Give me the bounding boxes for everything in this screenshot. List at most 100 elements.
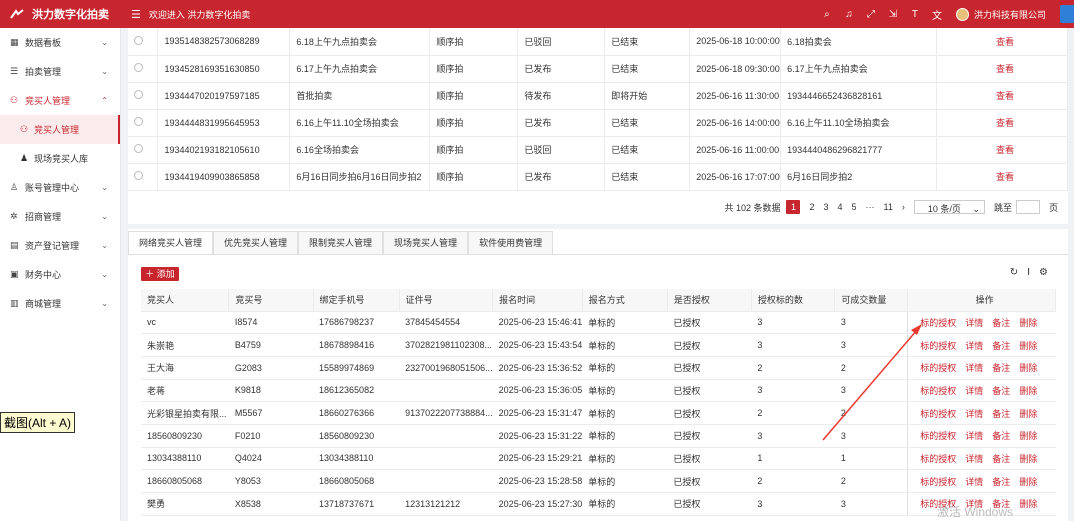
bidder-auth: 已授权 [667, 424, 752, 448]
tab-software-fee[interactable]: 软件使用费管理 [468, 231, 554, 254]
remark-button[interactable]: 备注 [992, 454, 1010, 464]
company-name[interactable]: 洪力科技有限公司 [974, 8, 1046, 21]
delete-button[interactable]: 删除 [1019, 386, 1037, 396]
page-2[interactable]: 2 [809, 202, 814, 212]
view-link[interactable]: 查看 [996, 145, 1014, 155]
auction-time: 2025-06-16 17:07:00 [696, 171, 780, 182]
sidebar-item-assets[interactable]: ▤ 资产登记管理 ⌄ [0, 231, 120, 260]
view-link[interactable]: 查看 [996, 172, 1014, 182]
view-link[interactable]: 查看 [996, 91, 1014, 101]
authorize-button[interactable]: 标的授权 [920, 318, 956, 328]
remark-button[interactable]: 备注 [992, 477, 1010, 487]
authorize-button[interactable]: 标的授权 [920, 431, 956, 441]
remark-button[interactable]: 备注 [992, 431, 1010, 441]
avatar[interactable] [955, 7, 969, 21]
page-5[interactable]: 5 [852, 202, 857, 212]
translate-icon[interactable]: 文 [926, 7, 948, 22]
sidebar-item-investment[interactable]: ✲ 招商管理 ⌄ [0, 202, 120, 231]
detail-button[interactable]: 详情 [965, 318, 983, 328]
row-radio[interactable] [134, 63, 143, 72]
sidebar-item-account[interactable]: ♙ 账号管理中心 ⌄ [0, 173, 120, 202]
sidebar-subitem-onsite-bidders[interactable]: ♟ 现场竞买人库 [0, 144, 120, 173]
user-icon: ♟ [20, 153, 29, 163]
tab-online-bidders[interactable]: 网络竞买人管理 [128, 231, 214, 254]
authorize-button[interactable]: 标的授权 [920, 454, 956, 464]
authorize-button[interactable]: 标的授权 [920, 363, 956, 373]
tab-priority-bidders[interactable]: 优先竞买人管理 [213, 231, 299, 254]
bidder-idcard [399, 379, 493, 403]
sidebar-item-finance[interactable]: ▣ 财务中心 ⌄ [0, 260, 120, 289]
row-radio[interactable] [134, 35, 143, 45]
delete-button[interactable]: 删除 [1019, 363, 1037, 373]
delete-button[interactable]: 删除 [1019, 431, 1037, 441]
delete-button[interactable]: 删除 [1019, 454, 1037, 464]
sidebar-item-shop[interactable]: ▥ 商城管理 ⌄ [0, 289, 120, 318]
column-height-icon[interactable]: Ⅰ [1027, 267, 1030, 278]
bidder-count: 3 [751, 379, 835, 403]
fullscreen-icon[interactable]: ⤢ [860, 9, 882, 20]
detail-button[interactable]: 详情 [965, 341, 983, 351]
tab-onsite-bidders[interactable]: 现场竞买人管理 [383, 231, 469, 254]
search-icon[interactable]: ⌕ [816, 9, 838, 20]
remark-button[interactable]: 备注 [992, 386, 1010, 396]
delete-button[interactable]: 删除 [1019, 341, 1037, 351]
remark-button[interactable]: 备注 [992, 409, 1010, 419]
view-link[interactable]: 查看 [996, 118, 1014, 128]
page-3[interactable]: 3 [824, 202, 829, 212]
page-4[interactable]: 4 [838, 202, 843, 212]
refresh-icon[interactable]: ↻ [1010, 267, 1018, 278]
publish-status: 已发布 [524, 172, 552, 182]
row-radio[interactable] [134, 144, 143, 153]
detail-button[interactable]: 详情 [965, 386, 983, 396]
detail-button[interactable]: 详情 [965, 454, 983, 464]
detail-button[interactable]: 详情 [965, 363, 983, 373]
add-button[interactable]: ＋ 添加 [141, 267, 179, 281]
auction-time: 2025-06-18 10:00:00 [696, 36, 780, 47]
authorize-button[interactable]: 标的授权 [920, 341, 956, 351]
auction-name-cell: 首批拍卖 [289, 82, 431, 110]
page-size-select[interactable]: 10 条/页 ⌄ [913, 200, 985, 214]
sidebar-item-dashboard[interactable]: ▦ 数据看板 ⌄ [0, 28, 120, 57]
side-widget-icon[interactable] [1060, 5, 1074, 23]
detail-button[interactable]: 详情 [965, 409, 983, 419]
auction-desc-cell: 6.18拍卖会 [780, 28, 938, 56]
font-size-icon[interactable]: T [904, 9, 926, 20]
delete-button[interactable]: 删除 [1019, 499, 1037, 509]
row-radio[interactable] [134, 117, 143, 126]
authorize-button[interactable]: 标的授权 [920, 386, 956, 396]
remark-button[interactable]: 备注 [992, 318, 1010, 328]
sidebar-item-bidders[interactable]: ⚇ 竞买人管理 ⌃ [0, 86, 120, 115]
row-radio[interactable] [134, 90, 143, 99]
bidder-idcard [399, 469, 493, 493]
auction-time-cell: 2025-06-16 17:07:00 [689, 163, 782, 191]
sidebar-item-auction[interactable]: ☰ 拍卖管理 ⌄ [0, 57, 120, 86]
sidebar-item-label: 财务中心 [25, 270, 62, 280]
delete-button[interactable]: 删除 [1019, 318, 1037, 328]
detail-button[interactable]: 详情 [965, 431, 983, 441]
tab-restricted-bidders[interactable]: 限制竞买人管理 [298, 231, 384, 254]
settings-icon[interactable]: ⚙ [1039, 267, 1048, 278]
authorize-button[interactable]: 标的授权 [920, 477, 956, 487]
delete-button[interactable]: 删除 [1019, 409, 1037, 419]
bidder-idcard [399, 424, 493, 448]
goto-page-input[interactable] [1015, 200, 1040, 214]
menu-toggle-icon[interactable]: ☰ [131, 8, 141, 21]
next-page-icon[interactable]: › [902, 202, 905, 212]
view-link[interactable]: 查看 [996, 37, 1014, 47]
page-ellipsis[interactable]: ··· [866, 202, 875, 212]
row-radio[interactable] [134, 171, 143, 180]
sidebar-subitem-bidder-manage[interactable]: ⚇ 竞买人管理 [0, 115, 120, 144]
bell-icon[interactable]: ♫ [838, 9, 860, 20]
remark-button[interactable]: 备注 [992, 341, 1010, 351]
tabs-divider [128, 254, 1068, 255]
shrink-icon[interactable]: ⇲ [882, 9, 904, 20]
app-logo[interactable]: 洪力数字化拍卖 [0, 6, 121, 22]
authorize-button[interactable]: 标的授权 [920, 409, 956, 419]
bidder-deal: 3 [834, 311, 908, 335]
view-link[interactable]: 查看 [996, 64, 1014, 74]
page-1[interactable]: 1 [786, 200, 801, 214]
remark-button[interactable]: 备注 [992, 363, 1010, 373]
delete-button[interactable]: 删除 [1019, 477, 1037, 487]
detail-button[interactable]: 详情 [965, 477, 983, 487]
page-11[interactable]: 11 [884, 202, 893, 212]
